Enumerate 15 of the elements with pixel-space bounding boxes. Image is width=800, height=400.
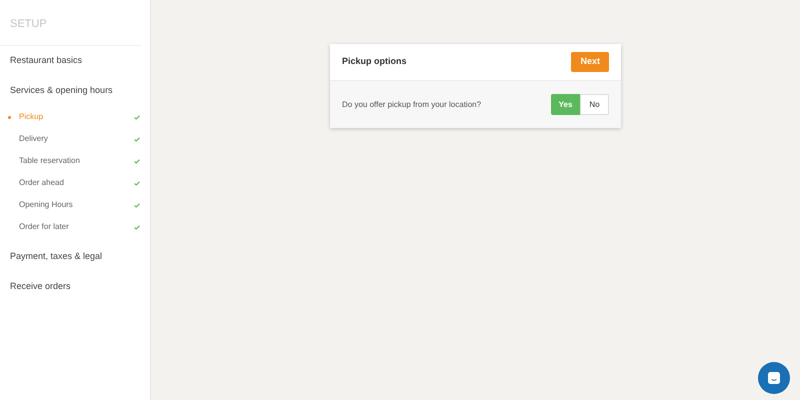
question-text: Do you offer pickup from your location? — [342, 98, 482, 110]
sidebar-subitem[interactable]: Order for later — [0, 216, 150, 238]
chat-icon — [767, 371, 781, 385]
sidebar-subitem[interactable]: Order ahead — [0, 172, 150, 194]
sidebar-item[interactable]: Payment, taxes & legal — [10, 250, 102, 264]
sidebar-heading: SETUP — [10, 18, 47, 30]
sidebar-item[interactable]: Services & opening hours — [10, 84, 113, 98]
option-toggle[interactable]: No — [580, 94, 609, 115]
chat-button[interactable] — [758, 362, 790, 394]
sidebar-subitem[interactable]: Opening Hours — [0, 194, 150, 216]
sidebar-item[interactable]: Restaurant basics — [10, 54, 82, 68]
sidebar-subitem[interactable]: Table reservation — [0, 150, 150, 172]
card-title: Pickup options — [342, 55, 407, 68]
sidebar-item[interactable]: Receive orders — [10, 280, 71, 294]
sidebar-subitem[interactable]: Delivery — [0, 128, 150, 150]
